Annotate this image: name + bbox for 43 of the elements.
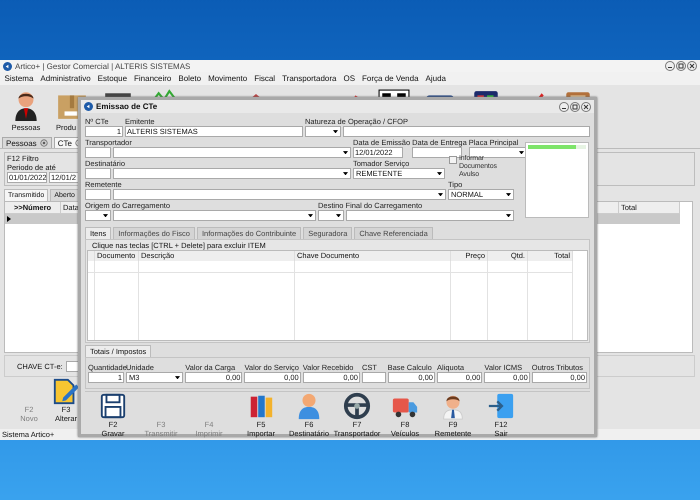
dropdown[interactable] bbox=[305, 126, 341, 137]
minimize-icon[interactable] bbox=[559, 102, 569, 112]
checkbox[interactable] bbox=[449, 156, 457, 164]
tab[interactable]: Pessoas bbox=[2, 137, 52, 148]
caret-icon bbox=[333, 130, 338, 134]
menu-item[interactable]: Estoque bbox=[94, 72, 131, 84]
caret-icon bbox=[506, 192, 511, 196]
menu-item[interactable]: Sistema bbox=[1, 72, 37, 84]
caret-icon bbox=[438, 192, 443, 196]
row-pointer-icon bbox=[7, 216, 11, 222]
input-field[interactable] bbox=[85, 189, 111, 200]
menu-item[interactable]: Fiscal bbox=[250, 72, 279, 84]
menu-item[interactable]: OS bbox=[340, 72, 359, 84]
close-icon[interactable] bbox=[687, 61, 697, 71]
menu-item[interactable]: Movimento bbox=[204, 72, 251, 84]
caret-icon bbox=[175, 376, 180, 380]
dialog-title: Emissao de CTe bbox=[96, 102, 158, 111]
menu-item[interactable]: Força de Venda bbox=[358, 72, 422, 84]
maximize-icon[interactable] bbox=[570, 102, 580, 112]
close-icon[interactable] bbox=[40, 139, 48, 147]
menu-item[interactable]: Boleto bbox=[174, 72, 205, 84]
minimize-icon[interactable] bbox=[665, 61, 675, 71]
caret-icon bbox=[518, 150, 524, 154]
caret-icon bbox=[343, 172, 348, 176]
input-field[interactable] bbox=[362, 372, 386, 383]
caret-icon bbox=[437, 172, 442, 176]
menu-item[interactable]: Transportadora bbox=[278, 72, 340, 84]
steering-wheel-icon bbox=[343, 392, 371, 420]
input-field[interactable] bbox=[343, 126, 590, 137]
menu-item[interactable]: Financeiro bbox=[130, 72, 175, 84]
window-title: Artico+ | Gestor Comercial | ALTERIS SISTEMAS bbox=[15, 62, 190, 70]
close-icon[interactable] bbox=[581, 102, 591, 112]
dropdown[interactable] bbox=[318, 210, 344, 221]
edit-document-icon bbox=[52, 377, 80, 405]
app-icon bbox=[84, 102, 93, 111]
input-field[interactable] bbox=[85, 147, 111, 158]
maximize-icon[interactable] bbox=[676, 61, 686, 71]
caret-icon bbox=[343, 150, 348, 154]
input-field[interactable] bbox=[85, 168, 111, 179]
menu-item[interactable]: Administrativo bbox=[36, 72, 94, 84]
menu-item[interactable]: Ajuda bbox=[422, 72, 450, 84]
dropdown[interactable] bbox=[85, 210, 111, 221]
exit-icon bbox=[487, 392, 515, 420]
